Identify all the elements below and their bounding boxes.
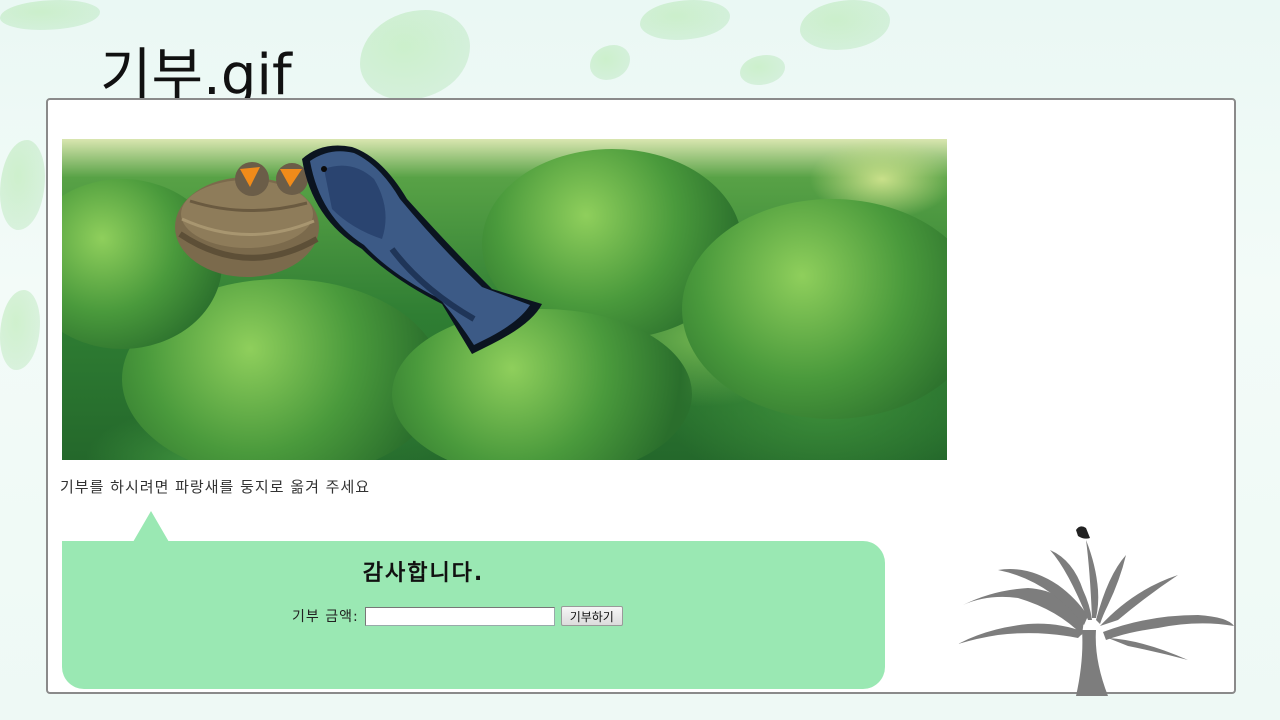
game-instruction: 기부를 하시려면 파랑새를 둥지로 옮겨 주세요: [60, 478, 371, 496]
bare-tree-icon: [958, 526, 1234, 696]
amount-input[interactable]: [364, 606, 555, 626]
game-scene: [62, 139, 947, 460]
thanks-heading: 감사합니다.: [362, 561, 485, 586]
background-leaf: [740, 55, 785, 85]
background-leaf: [640, 0, 730, 40]
speech-bubble-tail: [133, 511, 169, 542]
background-leaf: [0, 140, 45, 230]
nest-icon[interactable]: [175, 162, 319, 277]
bluebird-icon[interactable]: [302, 145, 542, 355]
donate-button[interactable]: 기부하기: [560, 606, 623, 626]
donation-form: 기부 금액: 기부하기: [292, 606, 623, 626]
background-leaf: [0, 290, 40, 370]
perched-bird-icon: [1076, 526, 1090, 539]
background-leaf: [590, 45, 630, 80]
amount-label: 기부 금액:: [292, 609, 359, 625]
bird-nest-graphic: [175, 145, 542, 355]
background-leaf: [360, 10, 470, 100]
background-leaf: [800, 0, 890, 50]
background-leaf: [0, 0, 100, 30]
